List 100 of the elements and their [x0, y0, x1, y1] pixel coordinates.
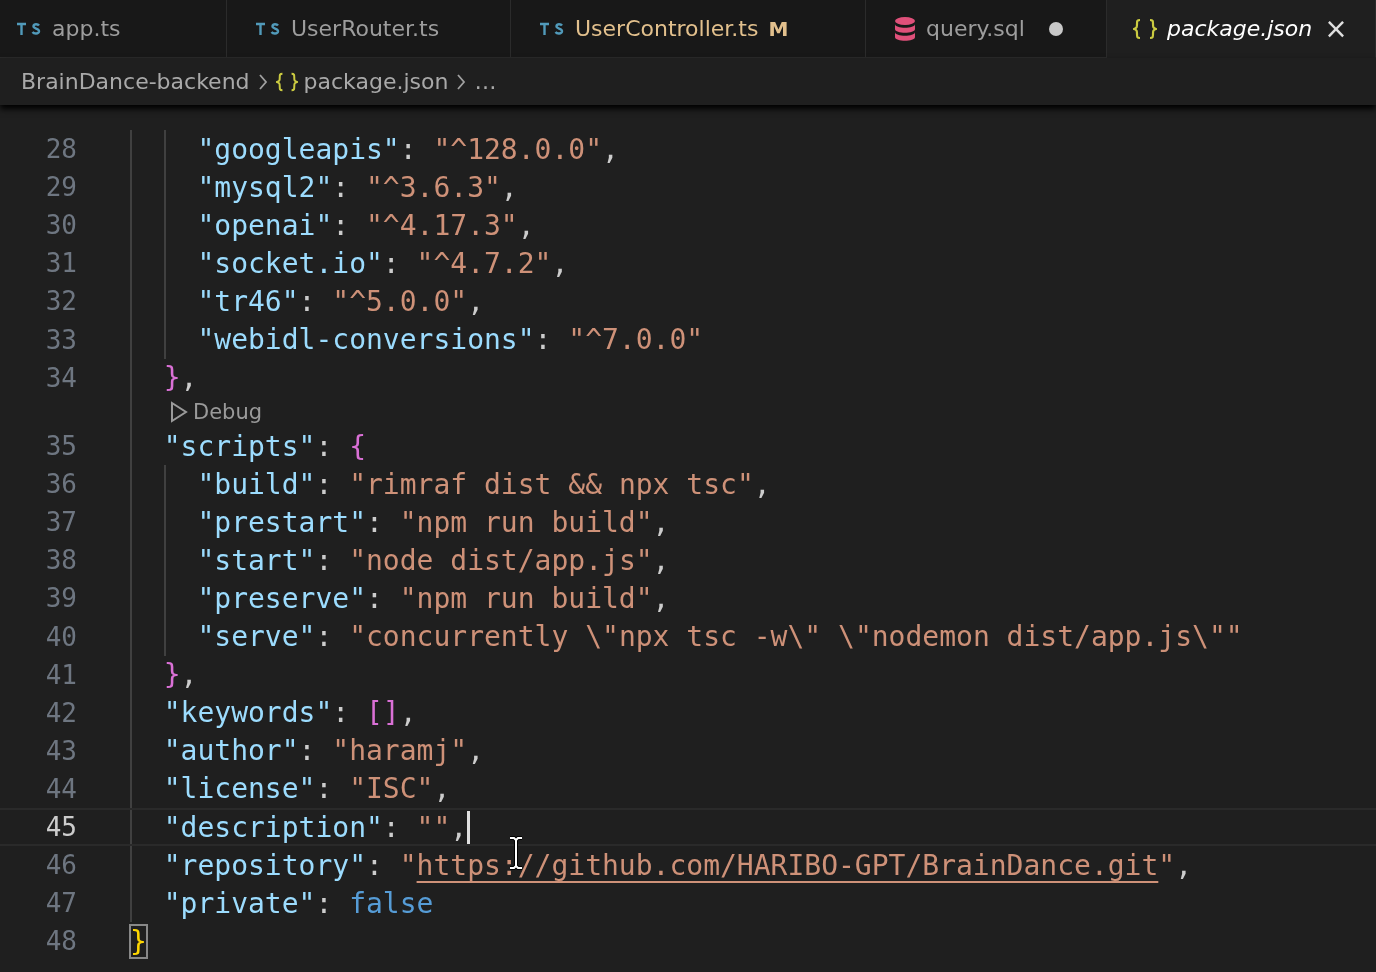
link[interactable]: https://github.com/HARIBO-GPT/BrainDance.git — [416, 848, 1159, 882]
editor-tab[interactable]: package.json × — [1107, 0, 1376, 58]
punctuation: , — [652, 505, 670, 539]
json-key: "build" — [197, 467, 316, 501]
json-key: "serve" — [197, 620, 316, 654]
punctuation: : — [332, 696, 351, 730]
punctuation: , — [551, 246, 569, 280]
breadcrumb-item[interactable]: BrainDance-backend — [21, 69, 250, 94]
line-number: 38 — [44, 545, 77, 576]
breadcrumb-item[interactable]: package.json — [303, 69, 449, 94]
json-key: "repository" — [163, 848, 366, 882]
punctuation: : — [366, 581, 384, 615]
punctuation: , — [467, 734, 484, 768]
database-icon — [894, 15, 916, 42]
line-number: 43 — [44, 735, 77, 766]
punctuation: : — [298, 284, 317, 318]
punctuation: : — [315, 620, 334, 654]
tab-label: package.json — [1167, 16, 1313, 41]
typescript-icon — [539, 20, 565, 37]
punctuation: : — [382, 810, 401, 844]
json-key: "preserve" — [197, 581, 366, 615]
punctuation: : — [332, 170, 351, 204]
line-number: 45 — [44, 812, 77, 843]
line-number: 32 — [44, 286, 77, 317]
string-value: " — [399, 848, 417, 882]
punctuation: : — [382, 246, 401, 280]
json-key: "webidl-conversions" — [197, 323, 535, 356]
typescript-icon — [255, 20, 281, 37]
json-key: "scripts" — [163, 429, 316, 463]
line-number: 44 — [44, 773, 77, 804]
json-key: "license" — [163, 772, 316, 806]
punctuation: , — [753, 467, 771, 501]
line-number: 34 — [44, 362, 77, 393]
json-key: "start" — [197, 543, 316, 577]
editor-tab[interactable]: query.sql — [866, 0, 1107, 58]
editor-tab[interactable]: UserRouter.ts — [227, 0, 511, 58]
line-number: 28 — [44, 134, 77, 165]
debug-codelens[interactable]: Debug — [169, 399, 263, 424]
tab-label: UserController.ts — [575, 16, 759, 41]
string-value: "^7.0.0" — [568, 323, 704, 356]
punctuation: : — [315, 543, 334, 577]
close-button[interactable]: × — [1324, 12, 1348, 45]
chevron-right-icon — [456, 72, 467, 91]
string-value: "npm run build" — [399, 505, 653, 539]
boolean-value: false — [349, 886, 434, 920]
breadcrumb-item[interactable]: … — [474, 69, 497, 94]
play-icon — [169, 400, 189, 423]
json-key: "keywords" — [163, 696, 333, 730]
tab-label: query.sql — [926, 16, 1025, 41]
line-number: 36 — [44, 469, 77, 500]
punctuation: , — [1175, 848, 1193, 882]
json-key: "private" — [163, 886, 316, 920]
editor-tab[interactable]: UserController.ts M — [511, 0, 866, 58]
line-number: 30 — [44, 210, 77, 241]
string-value: "node dist/app.js" — [349, 543, 653, 577]
json-key: "description" — [163, 810, 383, 844]
braces-icon — [275, 71, 298, 92]
string-value: "ISC" — [349, 772, 434, 806]
punctuation: , — [450, 810, 468, 844]
punctuation: : — [315, 772, 334, 806]
line-number: 39 — [44, 583, 77, 614]
punctuation: , — [517, 208, 535, 242]
chevron-right-icon — [257, 72, 268, 91]
punctuation: : — [366, 505, 384, 539]
string-value: " — [1158, 848, 1176, 882]
punctuation: : — [315, 467, 334, 501]
punctuation: , — [500, 170, 518, 204]
punctuation: : — [399, 132, 418, 166]
string-value: "^128.0.0" — [433, 132, 602, 166]
json-key: "tr46" — [197, 284, 299, 318]
punctuation: : — [315, 886, 334, 920]
json-key: "mysql2" — [197, 170, 333, 204]
bracket: } — [163, 361, 181, 395]
punctuation: , — [433, 772, 451, 806]
json-key: "openai" — [197, 208, 333, 242]
line-number: 48 — [44, 926, 77, 957]
braces-icon — [1133, 17, 1157, 40]
line-number: 47 — [44, 888, 77, 919]
bracket: } — [163, 658, 181, 692]
punctuation: : — [534, 323, 553, 356]
line-number: 41 — [44, 659, 77, 690]
string-value: "" — [416, 810, 451, 844]
punctuation: , — [180, 658, 198, 692]
punctuation: : — [332, 208, 351, 242]
punctuation: , — [602, 132, 619, 166]
line-number: 46 — [44, 850, 77, 881]
punctuation: : — [366, 848, 384, 882]
line-number: 31 — [44, 248, 77, 279]
string-value: "^5.0.0" — [332, 284, 468, 318]
punctuation: , — [467, 284, 484, 318]
string-value: "haramj" — [332, 734, 468, 768]
string-value: "^3.6.3" — [366, 170, 501, 204]
json-key: "socket.io" — [197, 246, 383, 280]
modified-label: M — [768, 16, 789, 41]
punctuation: , — [180, 361, 198, 395]
editor-tab[interactable]: app.ts — [0, 0, 227, 58]
string-value: "npm run build" — [399, 581, 653, 615]
json-key: "googleapis" — [197, 132, 400, 166]
punctuation: , — [652, 581, 670, 615]
string-value: "concurrently \"npx tsc -w\" \"nodemon dist/app.js\"" — [349, 620, 1243, 654]
